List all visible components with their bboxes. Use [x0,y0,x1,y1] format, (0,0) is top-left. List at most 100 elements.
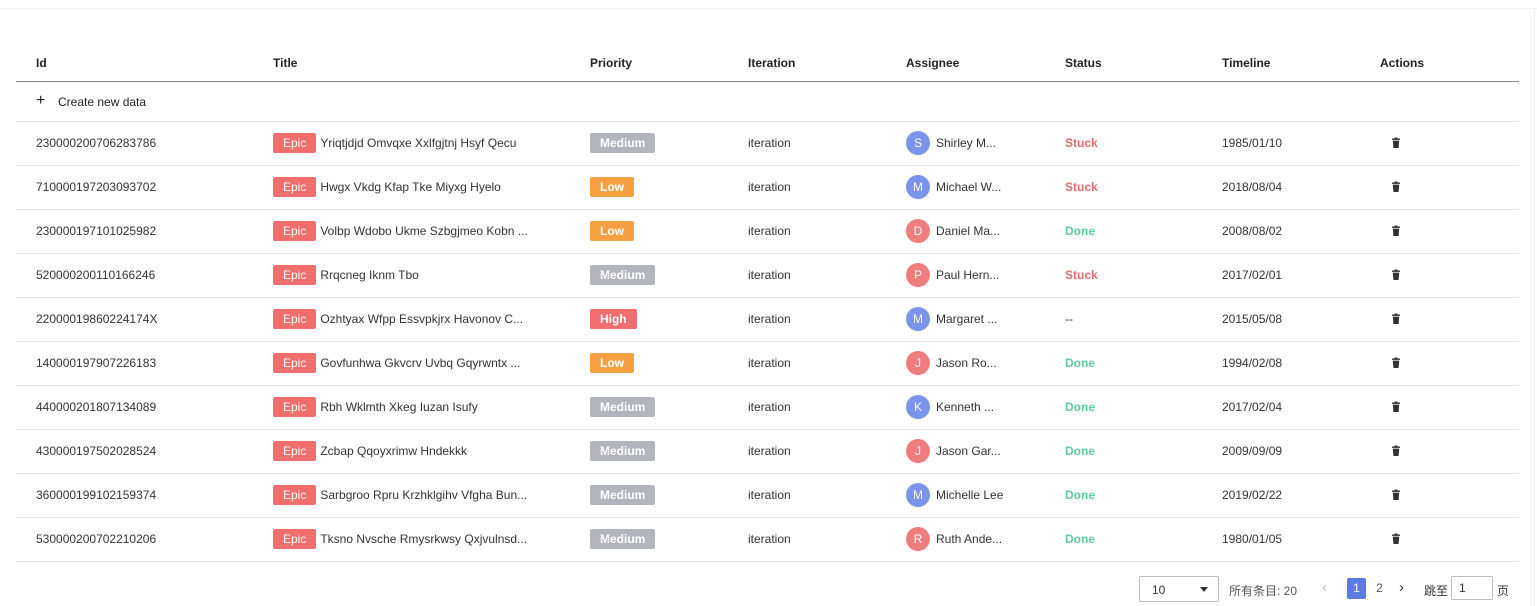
avatar: K [906,395,930,419]
avatar: R [906,527,930,551]
page-2-button[interactable]: 2 [1370,578,1389,599]
delete-button[interactable] [1390,357,1402,372]
row-id: 710000197203093702 [36,180,157,194]
row-title[interactable]: Ozhtyax Wfpp Essvpkjrx Havonov C... [320,312,523,326]
delete-button[interactable] [1390,401,1402,416]
avatar: P [906,263,930,287]
table-row: 440000201807134089 Epic Rbh Wklmth Xkeg I… [16,386,1519,430]
page-1-button[interactable]: 1 [1347,578,1366,599]
avatar: M [906,307,930,331]
trash-icon [1392,489,1400,500]
header-timeline: Timeline [1222,56,1271,70]
delete-button[interactable] [1390,313,1402,328]
row-title-cell: Epic Tksno Nvsche Rmysrkwsy Qxjvulnsd... [273,529,538,549]
plus-icon: + [36,92,46,109]
row-title[interactable]: Tksno Nvsche Rmysrkwsy Qxjvulnsd... [320,532,527,546]
row-timeline: 2015/05/08 [1222,312,1283,326]
row-id: 140000197907226183 [36,356,157,370]
row-iteration: iteration [748,136,791,150]
row-timeline: 2019/02/22 [1222,488,1283,502]
trash-icon [1392,533,1400,544]
assignee-name: Shirley M... [936,136,997,150]
avatar: D [906,219,930,243]
priority-badge: Medium [590,397,656,417]
chevron-right-icon[interactable]: › [1399,579,1404,596]
table-row: 140000197907226183 Epic Govfunhwa Gkvcrv … [16,342,1519,386]
row-title[interactable]: Rbh Wklmth Xkeg Iuzan Isufy [320,400,477,414]
page-size-select[interactable]: 10 [1139,576,1219,602]
priority-badge: Low [590,221,634,241]
row-title[interactable]: Zcbap Qqoyxrimw Hndekkk [320,444,467,458]
row-priority-cell: Medium [590,397,656,417]
row-priority-cell: Medium [590,133,656,153]
row-title-cell: Epic Rrqcneg Iknm Tbo [273,265,538,285]
status-label: -- [1065,312,1073,326]
header-actions: Actions [1380,56,1425,70]
header-id: Id [36,56,47,70]
row-id: 530000200702210206 [36,532,157,546]
delete-button[interactable] [1390,137,1402,152]
jump-to-page-input[interactable] [1451,576,1493,600]
delete-button[interactable] [1390,445,1402,460]
row-id: 230000200706283786 [36,136,157,150]
table-row: 530000200702210206 Epic Tksno Nvsche Rmys… [16,518,1519,562]
row-iteration: iteration [748,488,791,502]
table-row: 22000019860224174X Epic Ozhtyax Wfpp Essv… [16,298,1519,342]
row-title[interactable]: Volbp Wdobo Ukme Szbgjmeo Kobn ... [320,224,527,238]
chevron-left-icon[interactable]: ‹ [1322,579,1327,596]
assignee-name: Michelle Lee [936,488,1004,502]
delete-button[interactable] [1390,269,1402,284]
total-items-label: 所有条目: 20 [1229,584,1298,598]
row-timeline: 2018/08/04 [1222,180,1283,194]
row-priority-cell: Medium [590,265,656,285]
pagination: 10 所有条目: 20 ‹ 1 2 › 跳至 页 [0,576,1537,602]
priority-badge: Medium [590,133,656,153]
row-iteration: iteration [748,532,791,546]
epic-tag: Epic [273,529,317,549]
avatar: J [906,439,930,463]
delete-button[interactable] [1390,225,1402,240]
priority-badge: Medium [590,529,656,549]
delete-button[interactable] [1390,533,1402,548]
row-priority-cell: Medium [590,529,656,549]
delete-button[interactable] [1390,489,1402,504]
create-new-data-label: Create new data [58,95,147,109]
row-priority-cell: Low [590,177,634,197]
trash-icon [1392,181,1400,192]
table-row: 710000197203093702 Epic Hwgx Vkdg Kfap Tk… [16,166,1519,210]
row-title[interactable]: Govfunhwa Gkvcrv Uvbq Gqyrwntx ... [320,356,520,370]
row-title[interactable]: Sarbgroo Rpru Krzhklgihv Vfgha Bun... [320,488,527,502]
table-row: 430000197502028524 Epic Zcbap Qqoyxrimw H… [16,430,1519,474]
epic-tag: Epic [273,309,317,329]
header-iteration: Iteration [748,56,796,70]
data-table: Id Title Priority Iteration Assignee Sta… [16,43,1519,562]
row-timeline: 1994/02/08 [1222,356,1283,370]
assignee-name: Ruth Ande... [936,532,1003,546]
table-row: 360000199102159374 Epic Sarbgroo Rpru Krz… [16,474,1519,518]
create-new-data-button[interactable]: + Create new data [16,82,1519,122]
delete-button[interactable] [1390,181,1402,196]
status-label: Done [1065,488,1095,502]
row-title-cell: Epic Govfunhwa Gkvcrv Uvbq Gqyrwntx ... [273,353,538,373]
trash-icon [1392,357,1400,368]
row-assignee-cell: P Paul Hern... [906,263,999,287]
row-assignee-cell: D Daniel Ma... [906,219,1000,243]
row-title[interactable]: Hwgx Vkdg Kfap Tke Miyxg Hyelo [320,180,501,194]
row-title-cell: Epic Hwgx Vkdg Kfap Tke Miyxg Hyelo [273,177,538,197]
row-id: 430000197502028524 [36,444,157,458]
assignee-name: Margaret ... [936,312,998,326]
epic-tag: Epic [273,265,317,285]
row-id: 440000201807134089 [36,400,157,414]
data-table-panel: Id Title Priority Iteration Assignee Sta… [0,0,1537,606]
table-row: 230000197101025982 Epic Volbp Wdobo Ukme … [16,210,1519,254]
status-label: Stuck [1065,136,1098,150]
row-timeline: 2009/09/09 [1222,444,1283,458]
status-label: Done [1065,532,1095,546]
epic-tag: Epic [273,485,317,505]
row-id: 22000019860224174X [36,312,158,326]
row-title[interactable]: Rrqcneg Iknm Tbo [320,268,419,282]
row-title[interactable]: Yriqtjdjd Omvqxe Xxlfgjtnj Hsyf Qecu [320,136,516,150]
trash-icon [1392,269,1400,280]
row-title-cell: Epic Volbp Wdobo Ukme Szbgjmeo Kobn ... [273,221,538,241]
row-iteration: iteration [748,444,791,458]
